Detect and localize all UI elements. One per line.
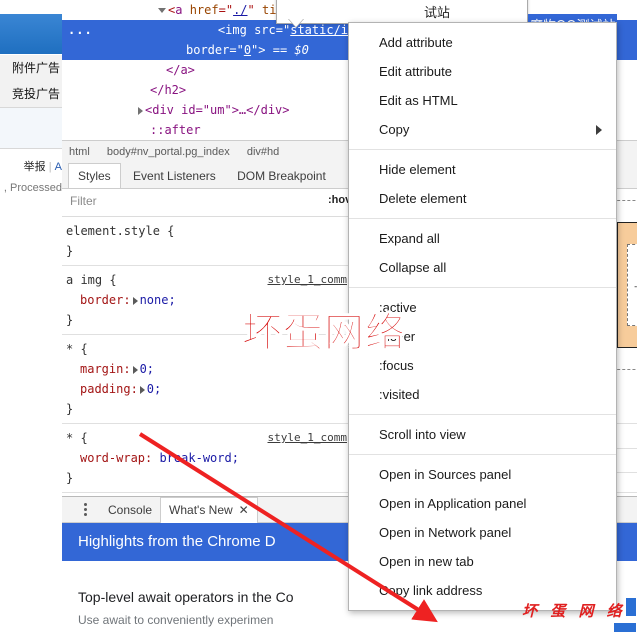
menu-item-edit-as-html[interactable]: Edit as HTML xyxy=(349,86,616,115)
menu-item-open-in-new-tab[interactable]: Open in new tab xyxy=(349,547,616,576)
page-content-block xyxy=(0,108,62,149)
close-icon[interactable]: ✕ xyxy=(239,503,249,517)
close-a-tag: </a> xyxy=(166,63,195,77)
menu-item-delete-element[interactable]: Delete element xyxy=(349,184,616,213)
css-property[interactable]: border: xyxy=(66,293,131,307)
screenshot-root: 附件广告 竞投广告 举报 | A , Processed <a href="./… xyxy=(0,0,637,635)
watermark-small: 坏 蛋 网 络 xyxy=(522,602,626,620)
filter-input[interactable]: Filter xyxy=(70,194,97,208)
pseudo-after-label: ::after xyxy=(150,123,201,137)
watermark-logo-icon xyxy=(614,598,636,632)
css-property[interactable]: word-wrap: xyxy=(66,451,152,465)
menu-item-add-attribute[interactable]: Add attribute xyxy=(349,28,616,57)
tag-a: a xyxy=(175,3,183,17)
menu-item-expand-all[interactable]: Expand all xyxy=(349,224,616,253)
tab-event-listeners[interactable]: Event Listeners xyxy=(124,164,225,188)
dom-hover-tooltip-tail xyxy=(288,18,304,27)
dollar-zero-marker: == $0 xyxy=(272,43,309,57)
css-property[interactable]: margin: xyxy=(66,362,131,376)
breadcrumb-item-body[interactable]: body#nv_portal.pg_index xyxy=(100,141,237,163)
menu-item-visited[interactable]: :visited xyxy=(349,380,616,409)
attr-src: src xyxy=(254,23,276,37)
close-h2-tag: </h2> xyxy=(150,83,187,97)
page-ad-banner xyxy=(0,14,62,54)
page-ad-list: 附件广告 竞投广告 xyxy=(0,55,62,108)
css-value[interactable]: break-word; xyxy=(159,451,238,465)
menu-item-open-in-application-panel[interactable]: Open in Application panel xyxy=(349,489,616,518)
menu-item-copy[interactable]: Copy xyxy=(349,115,616,144)
menu-separator xyxy=(349,287,616,288)
page-report-row: 举报 | A xyxy=(0,158,62,174)
drawer-tab-whats-new-label: What's New xyxy=(169,503,233,517)
dom-hover-tooltip xyxy=(276,0,528,24)
menu-item-open-in-network-panel[interactable]: Open in Network panel xyxy=(349,518,616,547)
breadcrumb-item-html[interactable]: html xyxy=(62,141,97,163)
watermark-large: 坏蛋网络 xyxy=(242,310,406,357)
menu-separator xyxy=(349,454,616,455)
page-ad-item-2[interactable]: 竞投广告 xyxy=(0,81,62,107)
menu-item-collapse-all[interactable]: Collapse all xyxy=(349,253,616,282)
report-secondary-link[interactable]: A xyxy=(55,161,62,173)
tab-styles[interactable]: Styles xyxy=(68,163,121,188)
drawer-tab-console[interactable]: Console xyxy=(100,498,160,522)
css-source-link[interactable]: style_1_comm xyxy=(268,270,347,290)
menu-item-copy-label: Copy xyxy=(379,122,410,137)
collapse-triangle-icon[interactable] xyxy=(138,106,143,115)
expand-triangle-icon[interactable] xyxy=(158,8,166,13)
tooltip-text-fragment: 试站 xyxy=(424,6,451,21)
whats-new-item-title[interactable]: Top-level await operators in the Co xyxy=(78,589,294,605)
css-source-link[interactable]: style_1_comm xyxy=(268,428,347,448)
attr-href: href xyxy=(189,3,219,17)
menu-item-scroll-into-view[interactable]: Scroll into view xyxy=(349,420,616,449)
report-link[interactable]: 举报 xyxy=(24,161,46,173)
expand-value-icon[interactable] xyxy=(132,296,138,305)
menu-item-open-in-sources-panel[interactable]: Open in Sources panel xyxy=(349,460,616,489)
expand-value-icon[interactable] xyxy=(139,385,145,394)
breadcrumb-item-div-hd[interactable]: div#hd xyxy=(240,141,286,163)
underlying-webpage-strip: 附件广告 竞投广告 举报 | A , Processed xyxy=(0,0,63,635)
whats-new-item-subtitle: Use await to conveniently experimen xyxy=(78,613,274,627)
css-value[interactable]: 0; xyxy=(140,362,154,376)
dom-badge-dots[interactable]: ... xyxy=(68,20,93,40)
drawer-tab-whats-new[interactable]: What's New ✕ xyxy=(160,497,258,523)
menu-item-hide-element[interactable]: Hide element xyxy=(349,155,616,184)
tag-img: img xyxy=(225,23,247,37)
page-ad-item-1[interactable]: 附件广告 xyxy=(0,55,62,81)
attr-border-value[interactable]: 0 xyxy=(244,43,251,57)
tab-dom-breakpoints[interactable]: DOM Breakpoint xyxy=(228,164,335,188)
more-vertical-icon[interactable] xyxy=(78,501,92,517)
css-value[interactable]: none; xyxy=(140,293,176,307)
div-um-markup: <div id="um">…</div> xyxy=(145,103,290,117)
submenu-arrow-icon xyxy=(596,125,602,135)
expand-value-icon[interactable] xyxy=(132,365,138,374)
menu-item-edit-attribute[interactable]: Edit attribute xyxy=(349,57,616,86)
css-value[interactable]: 0; xyxy=(147,382,161,396)
css-property[interactable]: padding: xyxy=(66,382,138,396)
menu-separator xyxy=(349,414,616,415)
attr-href-value[interactable]: ./ xyxy=(233,3,247,17)
page-processed-text: , Processed xyxy=(3,182,62,194)
menu-separator xyxy=(349,149,616,150)
report-separator: | xyxy=(48,161,52,173)
attr-border: border xyxy=(186,43,230,57)
menu-separator xyxy=(349,218,616,219)
